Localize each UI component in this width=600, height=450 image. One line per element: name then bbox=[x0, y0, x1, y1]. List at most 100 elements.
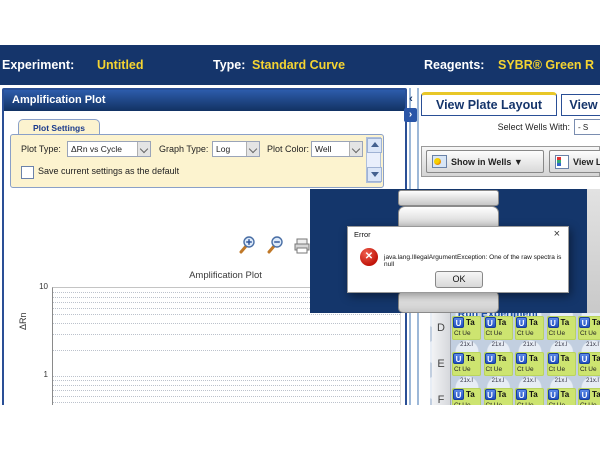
zoom-in-icon[interactable] bbox=[238, 236, 256, 254]
task-unknown-icon: U bbox=[516, 389, 527, 400]
save-default-checkbox[interactable] bbox=[21, 166, 34, 179]
well-detail-label: Ct Ue bbox=[580, 330, 597, 337]
gridline bbox=[53, 314, 400, 315]
tab-view-next[interactable]: View bbox=[561, 94, 600, 116]
plot-type-select[interactable]: ΔRn vs Cycle bbox=[67, 141, 151, 157]
chevron-down-icon[interactable] bbox=[246, 142, 259, 156]
well-sample-label: 21x.l bbox=[484, 378, 513, 384]
well-cell[interactable]: UTaCt Ue bbox=[484, 316, 513, 340]
well-sample-label: 21x.l bbox=[547, 378, 576, 384]
task-unknown-icon: U bbox=[453, 317, 464, 328]
well-cell[interactable]: UTaCt Ue bbox=[452, 316, 481, 340]
task-unknown-icon: U bbox=[453, 389, 464, 400]
task-unknown-icon: U bbox=[579, 353, 590, 364]
save-default-label: Save current settings as the default bbox=[38, 166, 179, 176]
panel-title: Amplification Plot bbox=[4, 90, 405, 111]
zoom-out-icon[interactable] bbox=[266, 236, 284, 254]
well-detail-label: Ct Ue bbox=[549, 366, 566, 373]
gridline bbox=[53, 402, 400, 403]
reagents-label: Reagents: bbox=[424, 45, 484, 85]
y-tick-10: 10 bbox=[32, 282, 48, 291]
well-detail-label: Ct Ue bbox=[486, 366, 503, 373]
error-icon: ✕ bbox=[360, 248, 378, 266]
scroll-up-icon[interactable] bbox=[367, 138, 382, 153]
error-dialog-title: Error bbox=[354, 230, 371, 239]
plate-toolbar: Show in Wells ▼ View L bbox=[421, 146, 600, 177]
experiment-header-bar: Experiment: Untitled Type: Standard Curv… bbox=[0, 45, 600, 85]
graph-type-label: Graph Type: bbox=[159, 144, 208, 154]
print-icon[interactable] bbox=[293, 237, 311, 255]
plot-type-label: Plot Type: bbox=[21, 144, 61, 154]
well-target-label: Ta bbox=[498, 318, 507, 327]
well-target-label: Ta bbox=[592, 390, 600, 399]
well-cell[interactable]: UTaCt Ue bbox=[515, 388, 544, 405]
well-cell[interactable]: UTaCt Ue bbox=[578, 316, 600, 340]
well-sample-label: 21x.l bbox=[547, 342, 576, 348]
well-sample-label: 21x.l bbox=[452, 378, 481, 384]
experiment-value: Untitled bbox=[97, 45, 144, 85]
show-in-wells-button[interactable]: Show in Wells ▼ bbox=[426, 150, 544, 173]
well-target-label: Ta bbox=[466, 354, 475, 363]
gridline bbox=[53, 380, 400, 381]
task-unknown-icon: U bbox=[485, 353, 496, 364]
tab-view-plate-layout[interactable]: View Plate Layout bbox=[421, 92, 557, 116]
well-cell[interactable]: UTaCt Ue bbox=[452, 388, 481, 405]
well-cell[interactable]: UTaCt Ue bbox=[578, 388, 600, 405]
well-detail-label: Ct Ue bbox=[580, 366, 597, 373]
well-cell[interactable]: UTaCt Ue bbox=[484, 388, 513, 405]
well-detail-label: Ct Ue bbox=[549, 402, 566, 405]
settings-scrollbar[interactable] bbox=[366, 137, 381, 183]
well-detail-label: Ct Ue bbox=[517, 366, 534, 373]
well-cell[interactable]: UTaCt Ue bbox=[452, 352, 481, 376]
plate-grid: Run Experiment DEF UTaCt Ue21x.lUTaCt Ue… bbox=[430, 300, 600, 405]
well-detail-label: Ct Ue bbox=[517, 330, 534, 337]
well-target-label: Ta bbox=[529, 390, 538, 399]
plot-color-label: Plot Color: bbox=[267, 144, 309, 154]
well-sample-label: 21x.l bbox=[484, 342, 513, 348]
instrument-button[interactable] bbox=[398, 190, 499, 206]
well-target-label: Ta bbox=[498, 390, 507, 399]
view-legend-button[interactable]: View L bbox=[549, 150, 600, 173]
well-cell[interactable]: UTa Ct Ue bbox=[578, 352, 600, 376]
view-table-icon bbox=[555, 155, 569, 169]
gridline bbox=[53, 390, 400, 391]
graph-type-value: Log bbox=[216, 144, 230, 154]
well-target-label: Ta bbox=[561, 354, 570, 363]
well-cell[interactable]: UTaCt Ue bbox=[515, 352, 544, 376]
well-target-label: Ta bbox=[466, 318, 475, 327]
well-cell[interactable]: UTaCt Ue bbox=[484, 352, 513, 376]
well-cell[interactable]: UTaCt Ue bbox=[547, 388, 576, 405]
well-sample-label: 21x.l bbox=[515, 342, 544, 348]
select-wells-label: Select Wells With: bbox=[430, 122, 570, 132]
chevron-down-icon[interactable] bbox=[137, 142, 150, 156]
well-cell[interactable]: UTaCt Ue bbox=[515, 316, 544, 340]
screenshot-root: Experiment: Untitled Type: Standard Curv… bbox=[0, 0, 600, 450]
instrument-button[interactable] bbox=[398, 291, 499, 313]
ok-button[interactable]: OK bbox=[435, 271, 483, 288]
chevron-down-icon[interactable] bbox=[349, 142, 362, 156]
well-sample-label: 21x.l bbox=[578, 342, 600, 348]
plot-color-select[interactable]: Well bbox=[311, 141, 363, 157]
gridline bbox=[53, 396, 400, 397]
expand-right-icon[interactable]: › bbox=[404, 108, 417, 122]
task-unknown-icon: U bbox=[548, 389, 559, 400]
close-icon[interactable]: × bbox=[554, 229, 560, 240]
view-button-label: View L bbox=[573, 157, 600, 167]
type-label: Type: bbox=[213, 45, 245, 85]
error-dialog: Error × ✕ java.lang.IllegalArgumentExcep… bbox=[347, 226, 569, 293]
well-detail-label: Ct Ue bbox=[454, 366, 471, 373]
well-target-label: Ta bbox=[592, 354, 600, 363]
well-cell[interactable]: UTaCt Ue bbox=[547, 316, 576, 340]
task-unknown-icon: U bbox=[516, 317, 527, 328]
well-cell[interactable]: UTaCt Ue bbox=[547, 352, 576, 376]
collapse-left-icon[interactable]: ‹ bbox=[405, 93, 417, 106]
type-value: Standard Curve bbox=[252, 45, 345, 85]
show-in-wells-label: Show in Wells ▼ bbox=[451, 157, 523, 167]
well-target-label: Ta bbox=[592, 318, 600, 327]
graph-type-select[interactable]: Log bbox=[212, 141, 260, 157]
select-wells-dropdown[interactable]: - S bbox=[574, 119, 600, 135]
gridline bbox=[53, 385, 400, 386]
y-tick-1: 1 bbox=[32, 370, 48, 379]
plot-type-value: ΔRn vs Cycle bbox=[71, 144, 122, 154]
scroll-down-icon[interactable] bbox=[367, 167, 382, 182]
